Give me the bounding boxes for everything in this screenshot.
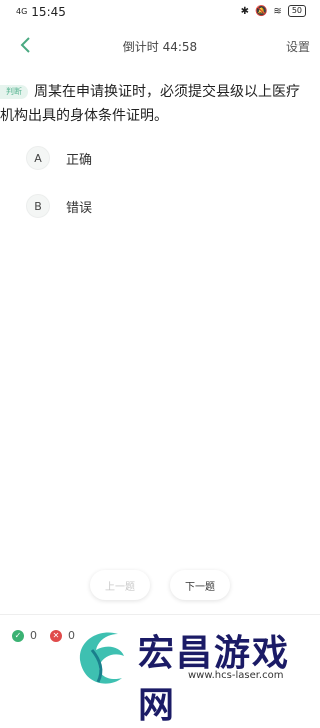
silent-icon: 🔕: [254, 5, 268, 17]
bluetooth-icon: ✱: [240, 5, 249, 17]
correct-stat[interactable]: ✓ 0: [12, 629, 37, 642]
question-text-block: 判断 周某在申请换证时，必须提交县级以上医疗机构出具的身体条件证明。: [0, 80, 310, 128]
option-label: 错误: [66, 200, 93, 216]
signal-indicator: 4G: [16, 7, 28, 16]
question-text: 周某在申请换证时，必须提交县级以上医疗机构出具的身体条件证明。: [0, 84, 300, 124]
option-label: 正确: [66, 152, 93, 168]
watermark: 宏昌游戏网 www.hcs-laser.com: [70, 618, 320, 726]
prev-question-button[interactable]: 上一题: [90, 570, 150, 600]
dragon-logo-icon: [79, 632, 124, 684]
settings-button[interactable]: 设置: [286, 38, 310, 55]
next-question-button[interactable]: 下一题: [170, 570, 230, 600]
option-letter: A: [26, 146, 50, 170]
watermark-url: www.hcs-laser.com: [188, 670, 284, 681]
countdown-timer: 倒计时 44:58: [122, 40, 198, 54]
status-bar: 4G 15:45 ✱ 🔕 ≋ 50: [0, 0, 320, 24]
battery-icon: 50: [287, 5, 306, 17]
wifi-icon: ≋: [273, 5, 282, 17]
correct-count: 0: [30, 629, 37, 642]
option-b[interactable]: B 错误: [26, 194, 92, 218]
option-letter: B: [26, 194, 50, 218]
status-time: 15:45: [31, 5, 66, 19]
check-icon: ✓: [12, 629, 24, 642]
top-header: 倒计时 44:58 设置: [0, 28, 320, 64]
cross-icon: ✕: [50, 629, 62, 642]
question-type-tag: 判断: [0, 85, 28, 99]
option-a[interactable]: A 正确: [26, 146, 92, 170]
